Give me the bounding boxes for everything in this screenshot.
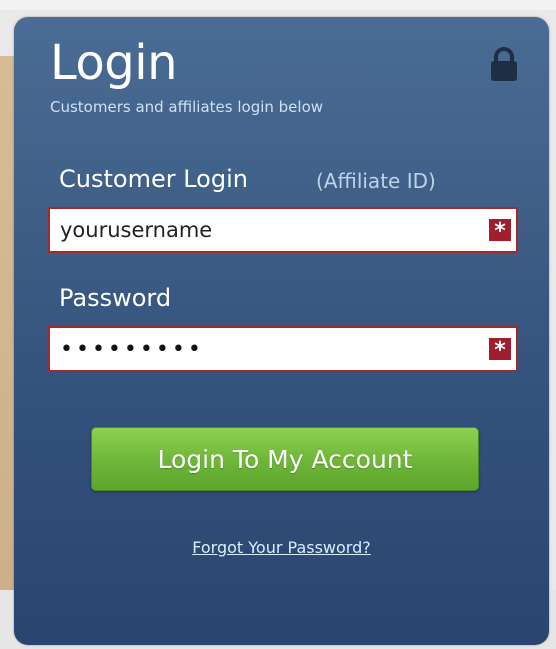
forgot-password-link[interactable]: Forgot Your Password? [14, 537, 549, 559]
lock-icon [491, 47, 517, 81]
customer-login-label: Customer Login [59, 165, 248, 193]
password-label: Password [59, 284, 172, 312]
username-input[interactable] [50, 209, 480, 251]
required-asterisk-icon: * [489, 219, 511, 244]
affiliate-id-link[interactable]: (Affiliate ID) [316, 168, 436, 194]
page-title: Login [50, 35, 178, 91]
top-background-strip [0, 0, 556, 10]
login-button[interactable]: Login To My Account [91, 427, 479, 491]
password-input[interactable] [50, 328, 480, 370]
login-panel: Login Customers and affiliates login bel… [14, 17, 549, 645]
required-asterisk-icon: * [489, 338, 511, 363]
username-field-wrapper: * [48, 207, 518, 253]
password-field-wrapper: * [48, 326, 518, 372]
wood-background-edge [0, 56, 14, 590]
login-subtitle: Customers and affiliates login below [50, 98, 324, 116]
